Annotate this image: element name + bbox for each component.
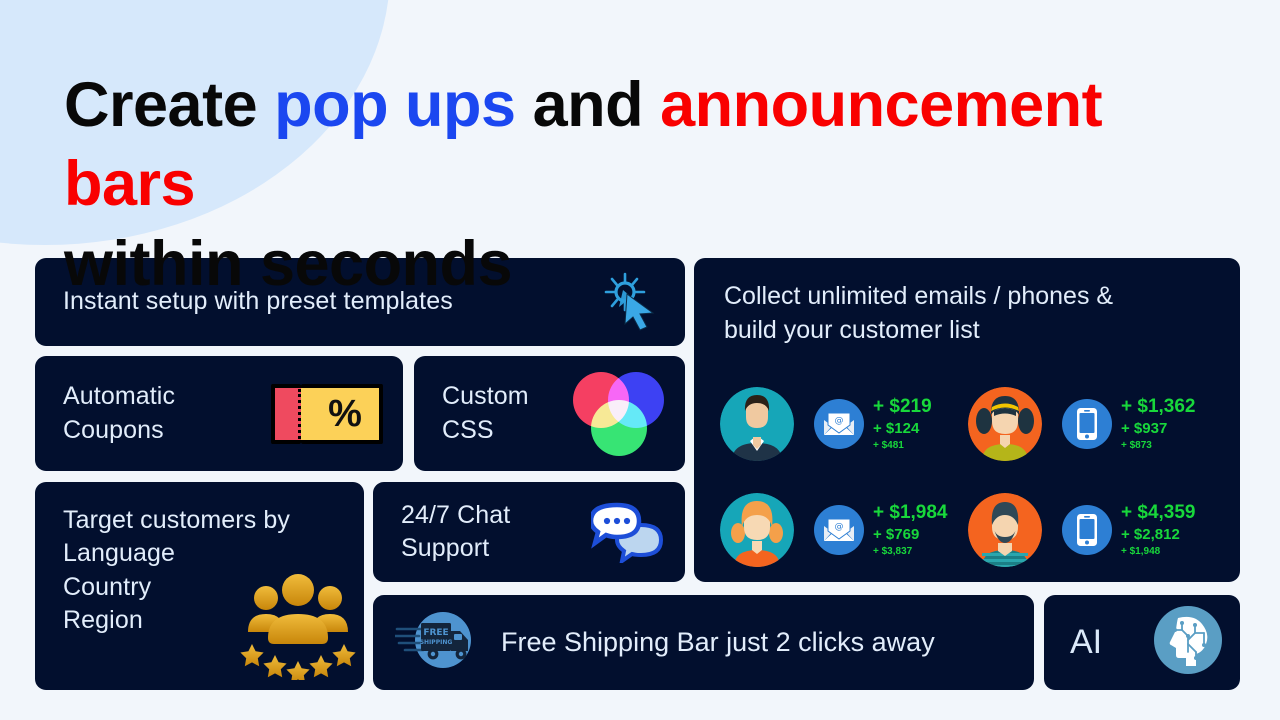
amount-medium: + $124 [873, 420, 920, 437]
contact-amounts: + $4,359 + $2,812 + $1,948 [1121, 503, 1196, 557]
contact-row: @ + $1,984 + $769 + $3,837 + $4,359 + $2… [694, 477, 1240, 583]
contact-row: @ + $219 + $124 + $481 + $1,362 + $937 +… [694, 371, 1240, 477]
amount-small: + $1,948 [1121, 546, 1161, 557]
contact-entry: + $1,362 + $937 + $873 [968, 387, 1216, 461]
card-ai[interactable]: AI [1044, 595, 1240, 690]
headline-line-2: within seconds [64, 228, 513, 299]
card-chat-line-1: 24/7 Chat [401, 500, 511, 529]
card-chat-support[interactable]: 24/7 Chat Support [373, 482, 685, 582]
businessman-avatar [720, 387, 794, 461]
card-chat-line-2: Support [401, 534, 490, 562]
truck-label-shipping: SHIPPING [420, 639, 453, 646]
amount-medium: + $937 [1121, 420, 1168, 437]
email-icon: @ [814, 505, 864, 555]
blonde-woman-avatar [720, 493, 794, 567]
card-collect-contacts[interactable]: Collect unlimited emails / phones & buil… [694, 258, 1240, 582]
contact-entry: + $4,359 + $2,812 + $1,948 [968, 493, 1216, 567]
truck-label-free: FREE [423, 628, 448, 638]
card-collect-title-line-2: build your customer list [724, 315, 980, 344]
card-target-line-1: Target customers by [63, 506, 290, 534]
bearded-man-avatar [968, 493, 1042, 567]
amount-medium: + $2,812 [1121, 526, 1180, 543]
amount-medium: + $769 [873, 526, 920, 543]
people-group-stars-icon [238, 568, 358, 684]
amount-large: + $4,359 [1121, 502, 1196, 523]
contact-amounts: + $1,362 + $937 + $873 [1121, 397, 1196, 451]
headline-part-2: and [515, 70, 661, 140]
contact-amounts: + $1,984 + $769 + $3,837 [873, 503, 948, 557]
svg-text:@: @ [835, 522, 844, 532]
card-target-customers[interactable]: Target customers by Language Country Reg… [35, 482, 364, 690]
card-css-line-2: CSS [442, 415, 494, 444]
page-title: Create pop ups and announcement bars wit… [64, 66, 1244, 304]
card-free-shipping[interactable]: FREE SHIPPING Free Shipping Bar just 2 c… [373, 595, 1034, 690]
phone-icon [1062, 505, 1112, 555]
card-free-shipping-label: Free Shipping Bar just 2 clicks away [501, 627, 935, 657]
amount-large: + $219 [873, 396, 932, 417]
amount-large: + $1,362 [1121, 396, 1196, 417]
amount-small: + $3,837 [873, 546, 913, 557]
contact-entry-rows: @ + $219 + $124 + $481 + $1,362 + $937 +… [694, 371, 1240, 583]
card-coupons-line-1: Automatic [63, 382, 176, 411]
coupon-percent-symbol: % [328, 392, 362, 435]
amount-small: + $873 [1121, 440, 1152, 451]
pigtails-girl-avatar [968, 387, 1042, 461]
card-custom-css[interactable]: Custom CSS [414, 356, 685, 471]
phone-icon [1062, 399, 1112, 449]
card-target-line-2: Language [63, 539, 176, 568]
card-css-line-1: Custom [442, 382, 529, 411]
svg-text:@: @ [835, 416, 844, 426]
chat-bubbles-icon [588, 501, 665, 566]
coupon-ticket-icon: % [271, 383, 383, 444]
card-automatic-coupons[interactable]: Automatic Coupons % [35, 356, 403, 471]
card-coupons-line-2: Coupons [63, 415, 164, 444]
delivery-truck-icon: FREE SHIPPING [393, 609, 479, 676]
headline-part-1: Create [64, 70, 275, 140]
amount-small: + $481 [873, 440, 904, 451]
amount-large: + $1,984 [873, 502, 948, 523]
contact-entry: @ + $1,984 + $769 + $3,837 [720, 493, 968, 567]
contact-entry: @ + $219 + $124 + $481 [720, 387, 968, 461]
ai-brain-head-icon [1154, 606, 1222, 679]
contact-amounts: + $219 + $124 + $481 [873, 397, 932, 451]
rgb-venn-icon [573, 371, 665, 456]
email-icon: @ [814, 399, 864, 449]
headline-popups: pop ups [274, 70, 516, 140]
card-ai-label: AI [1070, 623, 1103, 661]
